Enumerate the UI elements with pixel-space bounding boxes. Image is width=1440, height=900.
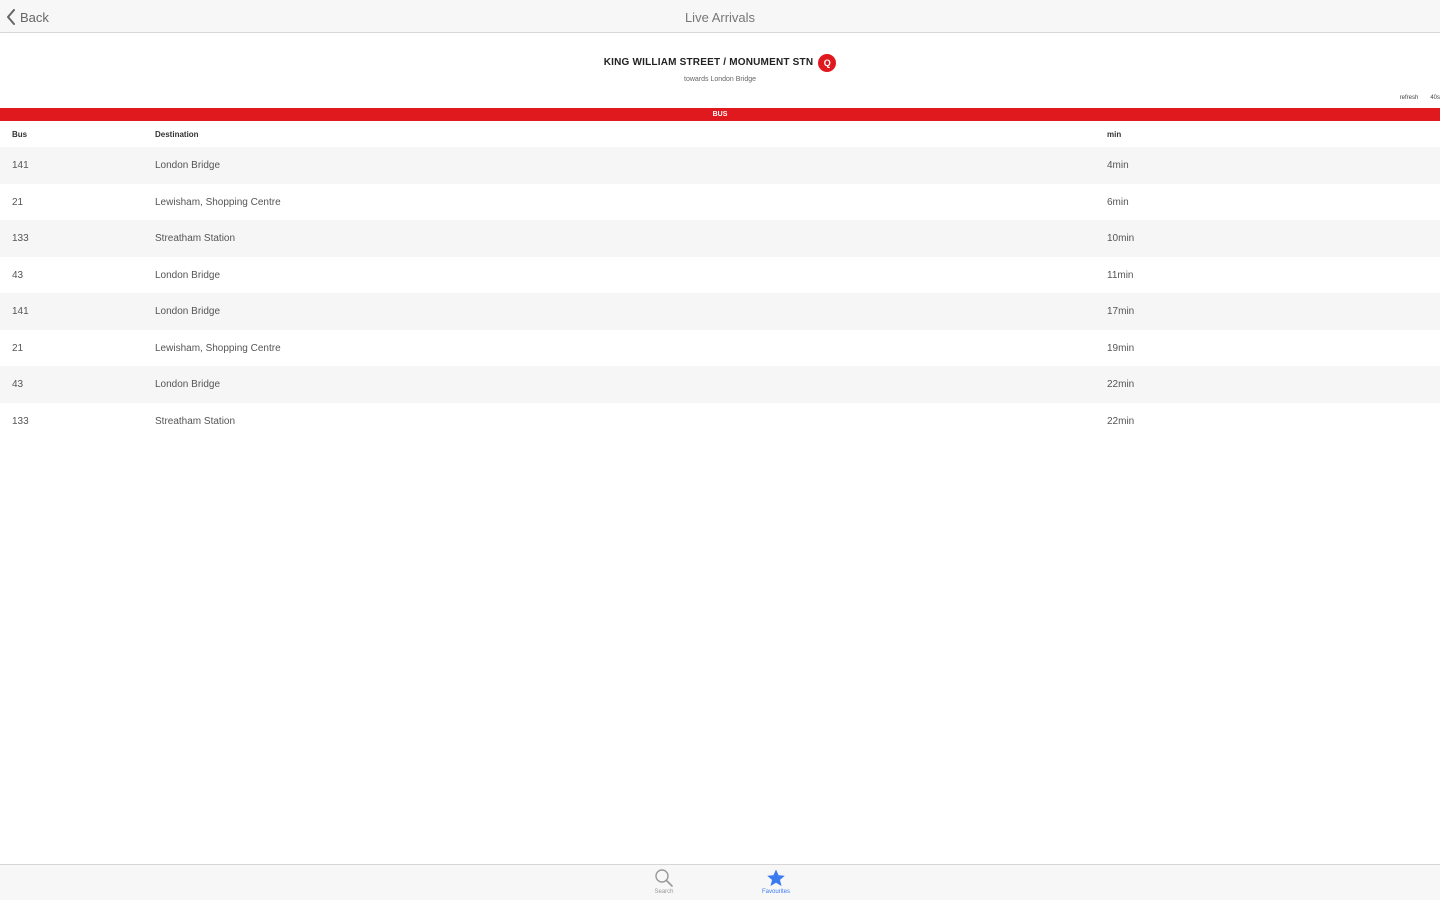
minutes: 4min — [1107, 160, 1129, 171]
tab-favourites-label: Favourites — [761, 889, 790, 895]
table-row[interactable]: 141 London Bridge 4min — [0, 147, 1440, 184]
destination: Streatham Station — [155, 415, 236, 427]
minutes: 10min — [1107, 233, 1135, 244]
destination: London Bridge — [155, 160, 221, 171]
table-row[interactable]: 21 Lewisham, Shopping Centre 19min — [0, 329, 1440, 366]
minutes: 22min — [1107, 379, 1135, 390]
bus-number: 43 — [12, 269, 24, 281]
bus-number: 21 — [12, 196, 24, 208]
arrivals-table: Bus Destination min 141 London Bridge 4m… — [0, 122, 1440, 439]
refresh-row[interactable]: refresh 40s — [1400, 95, 1440, 101]
destination: Lewisham, Shopping Centre — [155, 342, 281, 354]
nav-bar: Back Live Arrivals — [0, 0, 1440, 33]
minutes: 11min — [1107, 269, 1134, 281]
tab-search[interactable]: Search — [634, 868, 694, 895]
column-header-destination: Destination — [155, 130, 199, 139]
minutes: 17min — [1107, 306, 1135, 317]
table-row[interactable]: 21 Lewisham, Shopping Centre 6min — [0, 183, 1440, 220]
bus-number: 141 — [12, 306, 29, 317]
destination: London Bridge — [155, 306, 221, 317]
stop-name-row: KING WILLIAM STREET / MONUMENT STN Q — [603, 53, 837, 72]
page-title: Live Arrivals — [684, 10, 756, 25]
tab-search-label: Search — [654, 889, 674, 895]
minutes: 19min — [1107, 342, 1135, 354]
stop-name: KING WILLIAM STREET / MONUMENT STN — [603, 57, 814, 68]
stop-letter-badge: Q — [818, 53, 837, 72]
refresh-label[interactable]: refresh — [1400, 95, 1419, 101]
destination: London Bridge — [155, 269, 221, 281]
destination: Streatham Station — [155, 233, 236, 244]
destination: Lewisham, Shopping Centre — [155, 196, 281, 208]
table-header: Bus Destination min — [0, 122, 1440, 147]
table-row[interactable]: 43 London Bridge 22min — [0, 366, 1440, 403]
column-header-min: min — [1107, 130, 1122, 139]
bus-number: 21 — [12, 342, 24, 354]
minutes: 6min — [1107, 196, 1129, 208]
bus-number: 133 — [12, 415, 29, 427]
tab-bar: Search Favourites — [0, 864, 1440, 900]
table-row[interactable]: 141 London Bridge 17min — [0, 293, 1440, 330]
star-icon — [767, 869, 785, 886]
section-header-bus: BUS — [0, 108, 1440, 121]
stop-towards: towards London Bridge — [684, 75, 756, 83]
bus-number: 133 — [12, 233, 29, 244]
stop-header: KING WILLIAM STREET / MONUMENT STN Q tow… — [0, 52, 1440, 92]
table-row[interactable]: 133 Streatham Station 22min — [0, 402, 1440, 439]
table-row[interactable]: 133 Streatham Station 10min — [0, 220, 1440, 257]
search-icon — [655, 869, 673, 887]
stop-letter: Q — [823, 57, 831, 68]
column-header-bus: Bus — [12, 130, 28, 139]
destination: London Bridge — [155, 379, 221, 390]
refresh-value: 40s — [1430, 95, 1440, 101]
minutes: 22min — [1107, 415, 1135, 427]
tab-favourites[interactable]: Favourites — [746, 868, 806, 895]
bus-number: 141 — [12, 160, 29, 171]
table-row[interactable]: 43 London Bridge 11min — [0, 256, 1440, 293]
bus-number: 43 — [12, 379, 24, 390]
table-body: 141 London Bridge 4min 21 Lewisham, Shop… — [0, 147, 1440, 439]
